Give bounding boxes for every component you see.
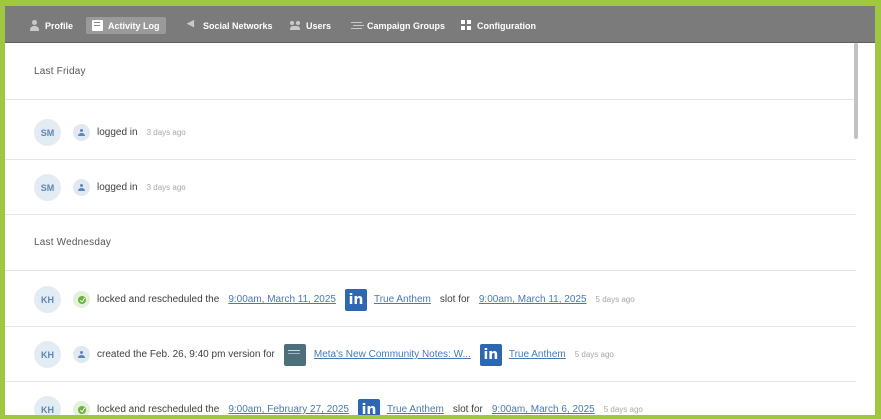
activity-row: SM logged in 3 days ago	[5, 105, 856, 160]
action-text: created the Feb. 26, 9:40 pm version for	[97, 349, 275, 360]
network-link[interactable]: True Anthem	[374, 294, 431, 305]
lock-action-badge	[73, 291, 90, 308]
timestamp: 5 days ago	[595, 295, 635, 304]
action-text: locked and rescheduled the	[97, 294, 220, 305]
timestamp: 3 days ago	[146, 128, 186, 137]
activity-row: SM logged in 3 days ago	[5, 160, 856, 215]
configuration-icon	[461, 20, 472, 31]
top-navigation: Profile Activity Log Social Networks Use…	[5, 6, 875, 43]
activity-text: logged in 3 days ago	[97, 105, 195, 160]
tab-users[interactable]: Users	[284, 17, 337, 34]
linkedin-icon: in	[479, 343, 502, 366]
activity-row: KH locked and rescheduled the 9:00am, Ma…	[5, 272, 856, 327]
activity-feed: Last Friday SM logged in 3 days ago SM l…	[5, 44, 856, 415]
section-heading: Last Wednesday	[34, 237, 112, 248]
tab-profile[interactable]: Profile	[23, 17, 79, 34]
tab-configuration[interactable]: Configuration	[455, 17, 542, 34]
tab-social-networks[interactable]: Social Networks	[181, 17, 279, 34]
action-text: logged in	[97, 182, 138, 193]
users-icon	[290, 20, 301, 31]
activity-text: locked and rescheduled the 9:00am, Febru…	[97, 382, 652, 415]
avatar: SM	[34, 174, 61, 201]
linkedin-icon: in	[344, 288, 367, 311]
activity-text: logged in 3 days ago	[97, 160, 195, 215]
network-link[interactable]: True Anthem	[387, 404, 444, 415]
lock-icon	[77, 295, 86, 304]
post-thumbnail	[283, 343, 306, 366]
network-link[interactable]: True Anthem	[509, 349, 566, 360]
tab-label: Social Networks	[203, 20, 273, 31]
tab-label: Configuration	[477, 20, 536, 31]
tab-label: Campaign Groups	[367, 20, 446, 31]
lock-icon	[77, 405, 86, 414]
tab-label: Profile	[45, 20, 74, 31]
action-text: logged in	[97, 127, 138, 138]
avatar: SM	[34, 119, 61, 146]
timestamp: 3 days ago	[146, 183, 186, 192]
linkedin-icon: in	[357, 398, 380, 415]
timestamp: 5 days ago	[574, 350, 614, 359]
share-icon	[187, 18, 198, 31]
to-slot-link[interactable]: 9:00am, March 11, 2025	[479, 294, 587, 305]
person-icon	[29, 20, 40, 31]
tab-activity-log[interactable]: Activity Log	[86, 17, 166, 34]
tab-campaign-groups[interactable]: Campaign Groups	[345, 17, 451, 34]
from-slot-link[interactable]: 9:00am, February 27, 2025	[228, 404, 349, 415]
date-section-header: Last Wednesday	[5, 215, 856, 271]
campaign-groups-icon	[351, 20, 362, 31]
section-heading: Last Friday	[34, 66, 86, 77]
timestamp: 5 days ago	[603, 405, 643, 414]
user-action-badge	[73, 179, 90, 196]
from-slot-link[interactable]: 9:00am, March 11, 2025	[228, 294, 336, 305]
activity-log-icon	[92, 20, 103, 31]
activity-row: KH created the Feb. 26, 9:40 pm version …	[5, 327, 856, 382]
user-action-badge	[73, 346, 90, 363]
avatar: KH	[34, 341, 61, 368]
connector-text: slot for	[452, 404, 483, 415]
date-section-header: Last Friday	[5, 44, 856, 100]
person-icon	[78, 128, 85, 137]
user-action-badge	[73, 124, 90, 141]
action-text: locked and rescheduled the	[97, 404, 220, 415]
avatar: KH	[34, 286, 61, 313]
app-window: Profile Activity Log Social Networks Use…	[5, 6, 875, 415]
avatar: KH	[34, 396, 61, 415]
post-link[interactable]: Meta's New Community Notes: W...	[314, 349, 471, 360]
activity-row: KH locked and rescheduled the 9:00am, Fe…	[5, 382, 856, 415]
tab-label: Activity Log	[108, 20, 160, 31]
activity-text: created the Feb. 26, 9:40 pm version for…	[97, 327, 623, 382]
connector-text: slot for	[439, 294, 470, 305]
lock-action-badge	[73, 401, 90, 415]
to-slot-link[interactable]: 9:00am, March 6, 2025	[492, 404, 595, 415]
tab-label: Users	[306, 20, 332, 31]
scrollbar-thumb[interactable]	[854, 43, 858, 139]
activity-text: locked and rescheduled the 9:00am, March…	[97, 272, 644, 327]
person-icon	[78, 183, 85, 192]
scrollbar-track[interactable]	[856, 44, 875, 415]
person-icon	[78, 350, 85, 359]
